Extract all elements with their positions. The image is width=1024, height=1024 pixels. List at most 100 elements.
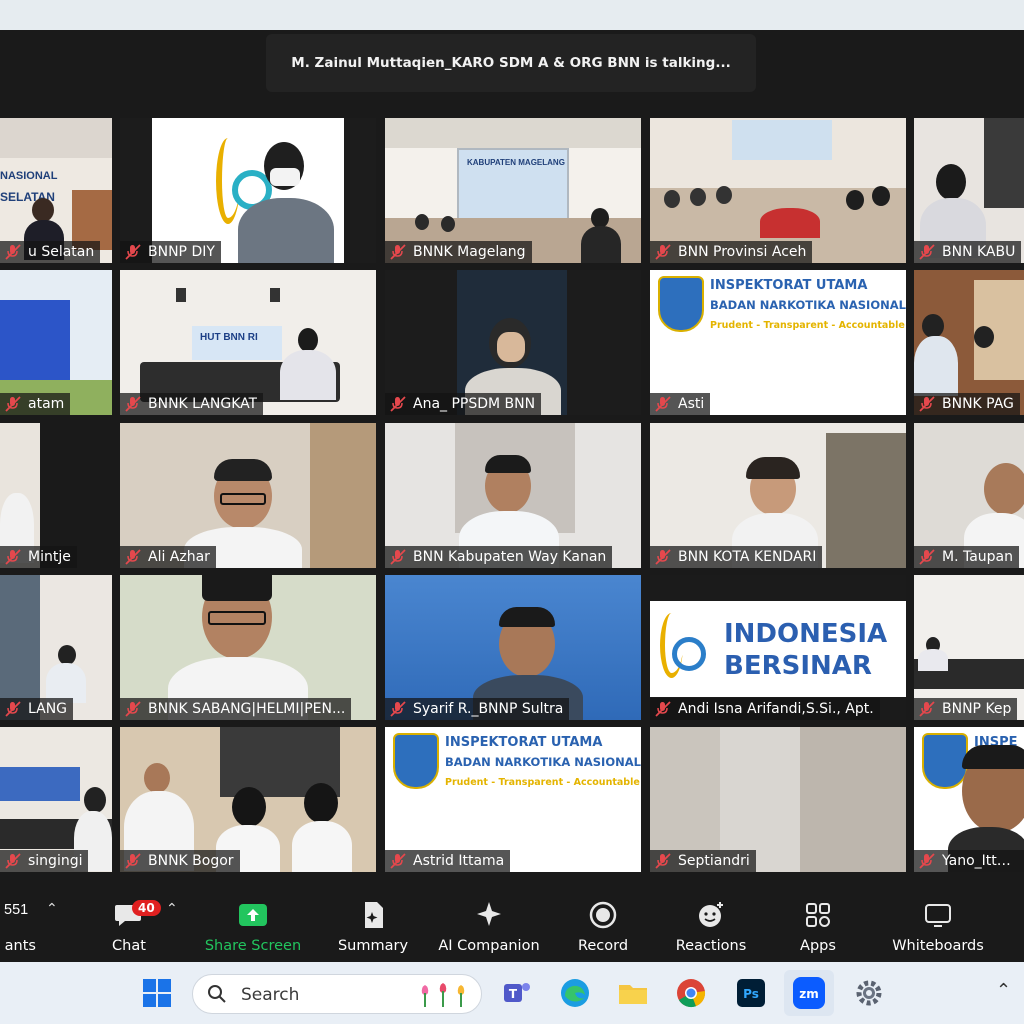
- mic-muted-icon: [125, 244, 141, 260]
- mic-muted-icon: [655, 396, 671, 412]
- apps-icon: [806, 903, 830, 927]
- record-icon: [589, 901, 617, 929]
- video-tile[interactable]: HUT BNN RI BNNK LANGKAT: [120, 270, 376, 415]
- mic-muted-icon: [919, 853, 935, 869]
- participant-name-label: atam: [0, 393, 71, 415]
- video-tile[interactable]: Ali Azhar: [120, 423, 376, 568]
- participant-name-label: Syarif R._BNNP Sultra: [385, 698, 570, 720]
- svg-text:zm: zm: [799, 987, 819, 1001]
- reactions-button[interactable]: Reactions: [656, 900, 766, 954]
- mic-muted-icon: [919, 396, 935, 412]
- mic-muted-icon: [655, 549, 671, 565]
- record-button[interactable]: Record: [548, 900, 658, 954]
- participant-name-label: Yano_Ittam: [914, 850, 1024, 872]
- mic-muted-icon: [919, 244, 935, 260]
- participants-caret-icon[interactable]: ⌃: [46, 900, 58, 917]
- video-tile[interactable]: Ana_ PPSDM BNN: [385, 270, 641, 415]
- video-tile[interactable]: BNNP DIY: [120, 118, 376, 263]
- mic-muted-icon: [5, 244, 21, 260]
- video-tile[interactable]: BNN KABU: [914, 118, 1024, 263]
- chat-caret-icon[interactable]: ⌃: [166, 900, 178, 917]
- share-screen-icon: [239, 904, 267, 926]
- reactions-icon: [699, 902, 723, 927]
- participant-name-label: singingi: [0, 850, 89, 872]
- windows-start-icon[interactable]: [140, 976, 174, 1010]
- participant-name-label: BNNP Kep: [914, 698, 1018, 720]
- edge-browser-icon[interactable]: [558, 976, 592, 1010]
- tray-chevron-up-icon[interactable]: ⌃: [996, 980, 1011, 1001]
- video-tile[interactable]: BNNK PAG: [914, 270, 1024, 415]
- mic-muted-icon: [655, 701, 671, 717]
- participant-name-label: Ali Azhar: [120, 546, 216, 568]
- video-tile[interactable]: BNN KOTA KENDARI: [650, 423, 906, 568]
- whiteboards-button[interactable]: Whiteboards: [878, 900, 998, 954]
- mic-muted-icon: [919, 549, 935, 565]
- zoom-icon: zm: [793, 977, 825, 1009]
- video-tile[interactable]: M. Taupan: [914, 423, 1024, 568]
- mic-muted-icon: [390, 853, 406, 869]
- chat-unread-badge: 40: [132, 900, 161, 916]
- file-explorer-icon[interactable]: [616, 976, 650, 1010]
- participants-count: 551: [4, 902, 29, 918]
- video-tile[interactable]: Mintje: [0, 423, 112, 568]
- svg-text:Ps: Ps: [743, 987, 759, 1001]
- video-tile[interactable]: Septiandri: [650, 727, 906, 872]
- video-tile[interactable]: INDONESIA BERSINAR Andi Isna Arifandi,S.…: [650, 575, 906, 720]
- banner-text: HUT BNN RI: [200, 332, 258, 343]
- teams-icon[interactable]: T: [500, 976, 534, 1010]
- summary-button[interactable]: Summary: [318, 900, 428, 954]
- share-screen-button[interactable]: Share Screen: [198, 900, 308, 954]
- video-tile[interactable]: Syarif R._BNNP Sultra: [385, 575, 641, 720]
- search-icon: [208, 985, 226, 1003]
- windows-taskbar: Search T Ps zm ⌃: [0, 962, 1024, 1024]
- participant-name-label: Ana_ PPSDM BNN: [385, 393, 542, 415]
- mic-muted-icon: [919, 701, 935, 717]
- chrome-browser-icon[interactable]: [674, 976, 708, 1010]
- video-tile[interactable]: BNNK Bogor: [120, 727, 376, 872]
- participant-name-label: Asti: [650, 393, 711, 415]
- mic-muted-icon: [5, 701, 21, 717]
- participant-name-label: BNNK SABANG|HELMI|PEN...: [120, 698, 352, 720]
- video-tile[interactable]: atam: [0, 270, 112, 415]
- video-tile[interactable]: BNN Kabupaten Way Kanan: [385, 423, 641, 568]
- video-tile[interactable]: INSPEKTORAT UTAMA BADAN NARKOTIKA NASION…: [385, 727, 641, 872]
- video-tile[interactable]: BNNK SABANG|HELMI|PEN...: [120, 575, 376, 720]
- mic-muted-icon: [5, 549, 21, 565]
- participant-name-label: BNN KOTA KENDARI: [650, 546, 823, 568]
- video-tile[interactable]: singingi: [0, 727, 112, 872]
- settings-gear-icon[interactable]: [852, 976, 886, 1010]
- participant-name-label: BNNK Magelang: [385, 241, 532, 263]
- banner-text: KABUPATEN MAGELANG: [467, 158, 565, 167]
- active-speaker-text: M. Zainul Muttaqien_KARO SDM A & ORG BNN…: [291, 55, 731, 71]
- mic-muted-icon: [125, 853, 141, 869]
- apps-button[interactable]: Apps: [763, 900, 873, 954]
- participant-name-label: M. Taupan: [914, 546, 1020, 568]
- participant-name-label: BNNK PAG: [914, 393, 1020, 415]
- inspektorat-shield-icon: [922, 733, 968, 789]
- participant-name-label: Andi Isna Arifandi,S.Si., Apt.: [650, 698, 880, 720]
- video-tile[interactable]: BNN Provinsi Aceh: [650, 118, 906, 263]
- mic-muted-icon: [125, 701, 141, 717]
- video-tile[interactable]: BNNP Kep: [914, 575, 1024, 720]
- participant-name-label: BNN KABU: [914, 241, 1022, 263]
- photoshop-icon[interactable]: Ps: [734, 976, 768, 1010]
- zoom-app-active[interactable]: zm: [784, 970, 834, 1016]
- mic-muted-icon: [125, 396, 141, 412]
- video-tile[interactable]: INSPE Yano_Ittam: [914, 727, 1024, 872]
- participant-name-label: Septiandri: [650, 850, 756, 872]
- mic-muted-icon: [390, 701, 406, 717]
- mic-muted-icon: [390, 549, 406, 565]
- video-tile[interactable]: NASIONAL SELATAN u Selatan: [0, 118, 112, 263]
- summary-icon: [365, 902, 383, 928]
- video-tile[interactable]: KABUPATEN MAGELANG BNNK Magelang: [385, 118, 641, 263]
- video-tile[interactable]: LANG: [0, 575, 112, 720]
- participant-name-label: u Selatan: [0, 241, 101, 263]
- participant-name-label: BNNP DIY: [120, 241, 221, 263]
- tulips-icon: [421, 983, 465, 1007]
- ai-companion-icon: [477, 902, 501, 926]
- participant-name-label: BNN Provinsi Aceh: [650, 241, 813, 263]
- zoom-meeting-gallery: M. Zainul Muttaqien_KARO SDM A & ORG BNN…: [0, 30, 1024, 962]
- taskbar-search-box[interactable]: Search: [192, 974, 482, 1014]
- ai-companion-button[interactable]: AI Companion: [424, 900, 554, 954]
- video-tile[interactable]: INSPEKTORAT UTAMA BADAN NARKOTIKA NASION…: [650, 270, 906, 415]
